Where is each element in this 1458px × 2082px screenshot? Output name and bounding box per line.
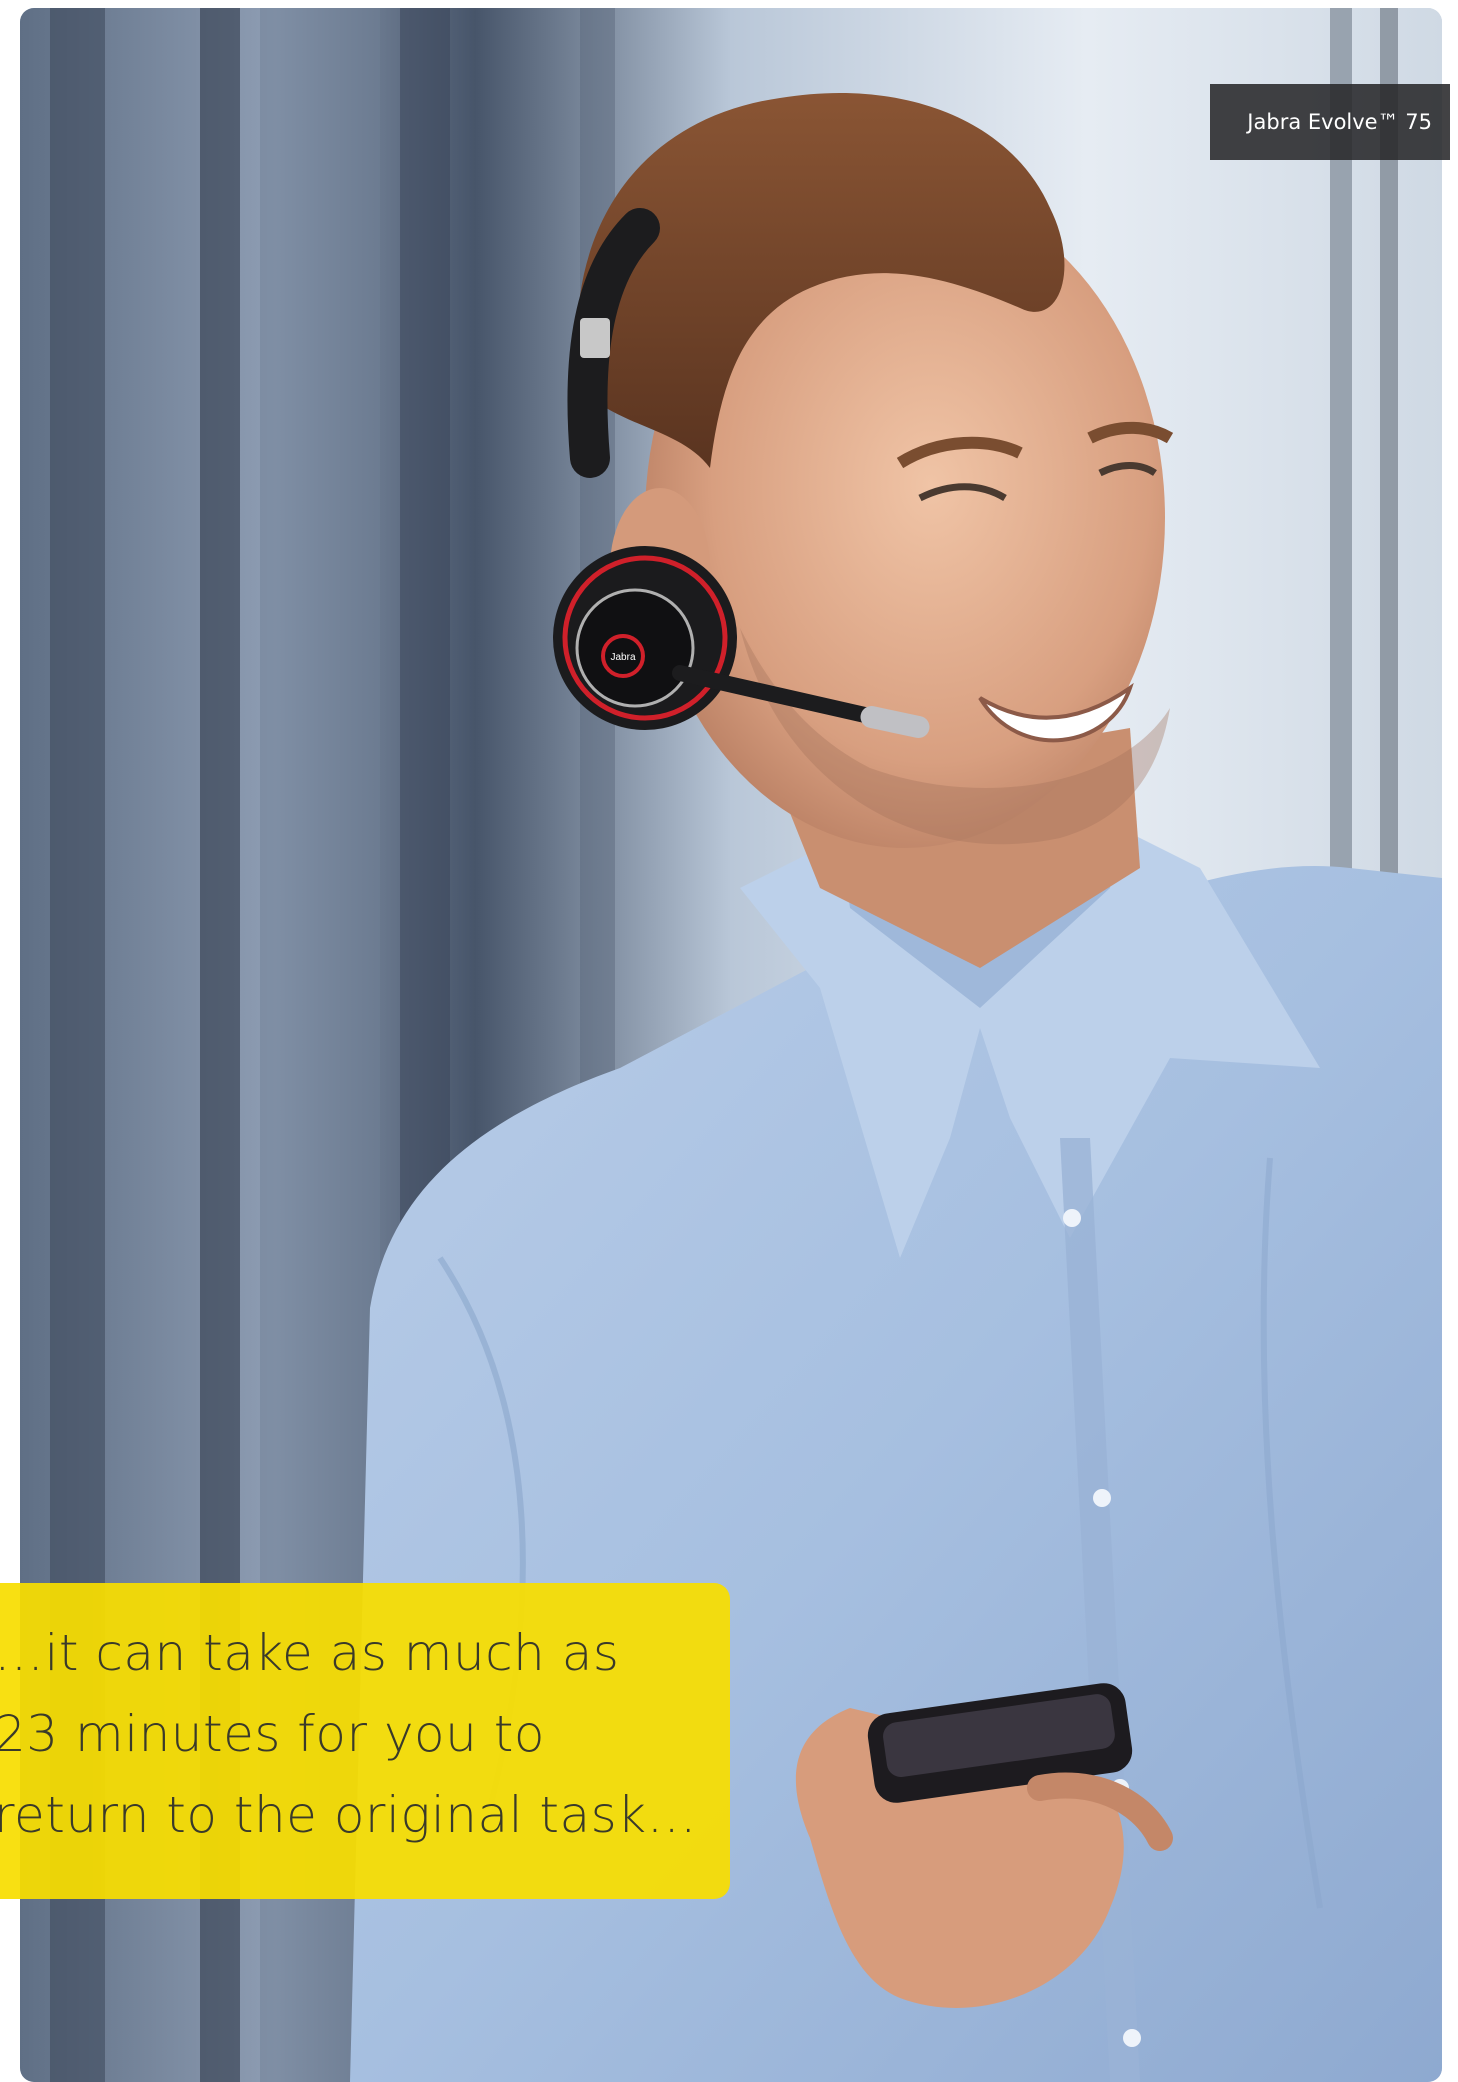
quote-line: return to the original task…	[0, 1786, 698, 1844]
headset-logo: Jabra	[610, 652, 635, 663]
quote-line: 23 minutes for you to	[0, 1705, 545, 1763]
quote-line: …it can take as much as	[0, 1624, 620, 1682]
product-label: Jabra Evolve™ 75	[1210, 84, 1450, 160]
quote-callout: …it can take as much as 23 minutes for y…	[0, 1583, 730, 1899]
